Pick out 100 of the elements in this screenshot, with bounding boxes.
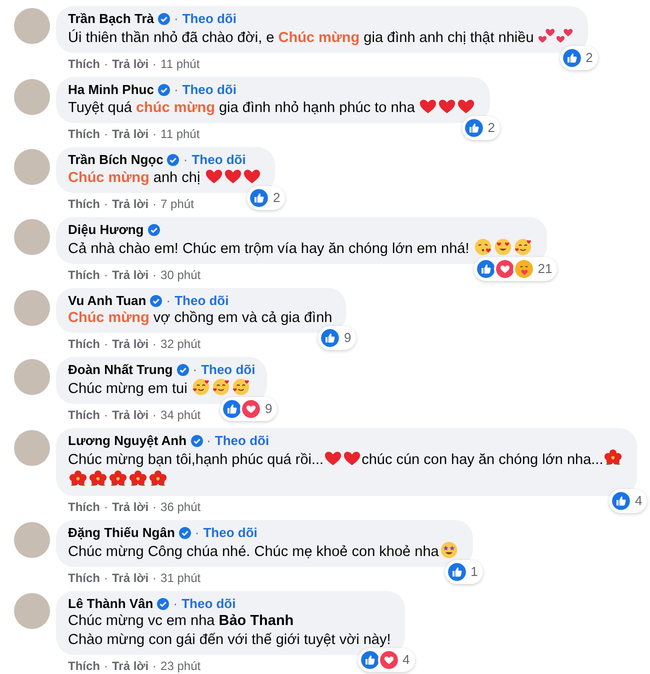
commenter-name[interactable]: Đoàn Nhất Trung bbox=[68, 362, 173, 378]
reaction-count: 21 bbox=[538, 261, 552, 277]
follow-link[interactable]: Theo dõi bbox=[214, 433, 270, 449]
separator-dot: · bbox=[152, 570, 157, 586]
heart-icon bbox=[324, 450, 342, 467]
heart-icon bbox=[457, 98, 476, 115]
like-link[interactable]: Thích bbox=[68, 56, 100, 72]
separator-dot: · bbox=[174, 11, 178, 27]
flower-icon bbox=[89, 470, 107, 488]
reaction-count: 2 bbox=[586, 50, 593, 66]
separator-dot: · bbox=[152, 196, 157, 212]
heart-eyes-face-icon bbox=[494, 238, 512, 256]
comment-text: Chúc mừng bạn tôi,hạnh phúc quá rồi... bbox=[68, 452, 324, 468]
follow-link[interactable]: Theo dõi bbox=[182, 596, 236, 612]
comment-text: Chúc mừng em tui bbox=[68, 381, 188, 397]
highlighted-text: chúc mừng bbox=[136, 100, 215, 116]
like-link[interactable]: Thích bbox=[68, 196, 100, 212]
like-link[interactable]: Thích bbox=[68, 499, 100, 515]
reaction-count: 2 bbox=[488, 120, 495, 136]
reply-link[interactable]: Trả lời bbox=[112, 336, 149, 352]
like-link[interactable]: Thích bbox=[68, 658, 100, 674]
commenter-name[interactable]: Trần Bạch Trà bbox=[68, 11, 154, 27]
separator-dot: · bbox=[104, 336, 108, 352]
avatar-photo[interactable] bbox=[14, 8, 50, 44]
commenter-name[interactable]: Diệu Hương bbox=[68, 222, 144, 238]
separator-dot: · bbox=[166, 293, 171, 309]
comment-text: vợ chồng em và cả gia đình bbox=[152, 310, 332, 326]
mention-link[interactable]: Bảo Thanh bbox=[218, 613, 294, 629]
smiling-face-hearts-icon bbox=[232, 378, 250, 396]
kissing-face-icon bbox=[474, 238, 492, 256]
reply-link[interactable]: Trả lời bbox=[112, 267, 149, 283]
care-reaction-icon bbox=[512, 258, 535, 280]
reaction-count: 1 bbox=[470, 564, 478, 580]
comment-text: chúc cún con hay ăn chóng lớn nha... bbox=[362, 452, 604, 468]
comment-text: Tuyệt quá bbox=[68, 100, 133, 116]
avatar-photo[interactable] bbox=[14, 593, 50, 629]
like-reaction-icon bbox=[446, 561, 468, 583]
reply-link[interactable]: Trả lời bbox=[112, 407, 149, 423]
comment-time: 31 phút bbox=[160, 570, 201, 586]
reaction-summary[interactable]: 4 bbox=[358, 648, 415, 672]
separator-dot: · bbox=[206, 433, 211, 449]
separator-dot: · bbox=[104, 407, 108, 423]
comment-text: Chào mừng con gái đến với thế giới tuyệt vời này! bbox=[68, 632, 391, 648]
flower-icon bbox=[129, 470, 147, 488]
commenter-name[interactable]: Lương Nguyệt Anh bbox=[68, 433, 187, 449]
avatar-photo[interactable] bbox=[14, 359, 50, 395]
like-link[interactable]: Thích bbox=[68, 407, 100, 423]
avatar-photo[interactable] bbox=[14, 430, 50, 466]
flower-icon bbox=[604, 449, 622, 467]
avatar-photo[interactable] bbox=[14, 149, 50, 185]
reply-link[interactable]: Trả lời bbox=[112, 499, 149, 515]
reaction-summary[interactable]: 2 bbox=[462, 116, 500, 140]
highlighted-text: Chúc mừng bbox=[278, 30, 360, 46]
follow-link[interactable]: Theo dõi bbox=[201, 362, 256, 378]
avatar-photo[interactable] bbox=[14, 522, 50, 558]
follow-link[interactable]: Theo dõi bbox=[203, 525, 258, 541]
reply-link[interactable]: Trả lời bbox=[112, 570, 149, 586]
separator-dot: · bbox=[104, 126, 108, 142]
like-link[interactable]: Thích bbox=[68, 336, 100, 352]
separator-dot: · bbox=[174, 82, 178, 98]
comment-text: Cả nhà chào em! Chúc em trộm vía hay ăn chóng lớn em nhá! bbox=[68, 241, 470, 257]
comment-time: 11 phút bbox=[160, 126, 200, 142]
comment-time: 23 phút bbox=[160, 658, 201, 674]
separator-dot: · bbox=[192, 362, 198, 378]
avatar-photo[interactable] bbox=[14, 79, 50, 115]
follow-link[interactable]: Theo dõi bbox=[182, 82, 236, 98]
reply-link[interactable]: Trả lời bbox=[112, 56, 149, 72]
two-hearts-icon bbox=[538, 27, 556, 45]
commenter-name[interactable]: Ha Minh Phuc bbox=[68, 82, 154, 98]
like-link[interactable]: Thích bbox=[68, 126, 100, 142]
avatar-photo[interactable] bbox=[14, 290, 50, 326]
like-reaction-icon bbox=[318, 327, 341, 349]
follow-link[interactable]: Theo dõi bbox=[182, 11, 236, 27]
reply-link[interactable]: Trả lời bbox=[112, 658, 149, 674]
heart-icon bbox=[438, 98, 456, 115]
like-link[interactable]: Thích bbox=[68, 267, 100, 283]
like-link[interactable]: Thích bbox=[68, 570, 100, 586]
separator-dot: · bbox=[152, 336, 157, 352]
reaction-summary[interactable]: 9 bbox=[318, 326, 356, 350]
reaction-summary[interactable]: 4 bbox=[609, 489, 648, 513]
reaction-summary[interactable]: 1 bbox=[444, 560, 483, 584]
commenter-name[interactable]: Lê Thành Vân bbox=[68, 596, 154, 612]
reaction-summary[interactable]: 9 bbox=[220, 397, 278, 421]
reply-link[interactable]: Trả lời bbox=[112, 126, 149, 142]
comment-time: 34 phút bbox=[160, 407, 201, 423]
reaction-summary[interactable]: 21 bbox=[474, 257, 558, 281]
heart-reaction-icon bbox=[494, 258, 516, 280]
reaction-summary[interactable]: 2 bbox=[560, 46, 598, 70]
avatar-photo[interactable] bbox=[14, 219, 50, 255]
reaction-summary[interactable]: 2 bbox=[246, 186, 286, 210]
commenter-name[interactable]: Trần Bích Ngọc bbox=[68, 152, 164, 168]
separator-dot: · bbox=[104, 570, 108, 586]
follow-link[interactable]: Theo dõi bbox=[174, 293, 229, 309]
commenter-name[interactable]: Đặng Thiếu Ngân bbox=[68, 525, 175, 541]
reply-link[interactable]: Trả lời bbox=[112, 196, 149, 212]
flower-icon bbox=[149, 470, 167, 488]
comment-time: 30 phút bbox=[160, 267, 201, 283]
commenter-name[interactable]: Vu Anh Tuan bbox=[68, 293, 146, 309]
follow-link[interactable]: Theo dõi bbox=[192, 152, 246, 168]
separator-dot: · bbox=[104, 56, 108, 72]
